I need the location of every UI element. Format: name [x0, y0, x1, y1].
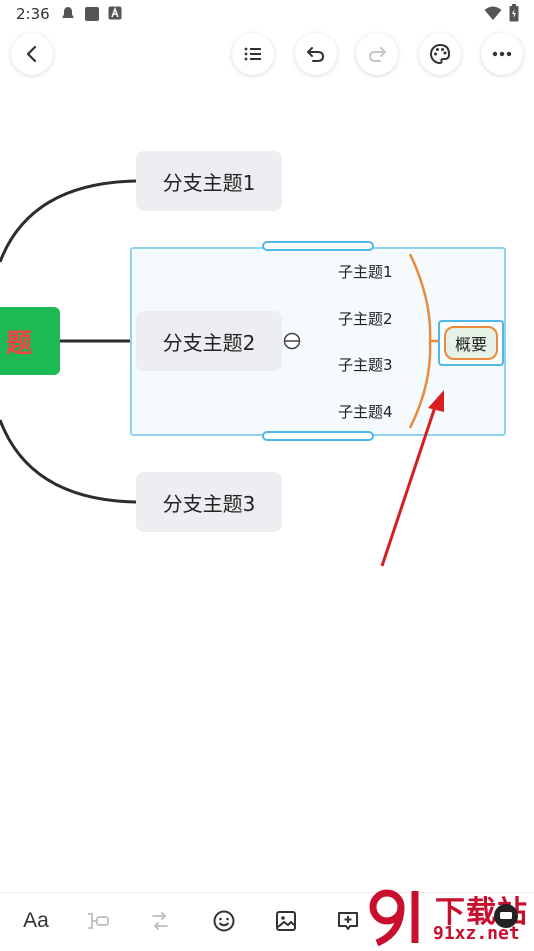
image-button[interactable] — [268, 903, 304, 939]
watermark-logo-icon — [369, 889, 419, 947]
text-style-button[interactable]: Aa — [18, 903, 54, 939]
emoji-icon — [213, 910, 235, 932]
image-icon — [276, 911, 296, 931]
comment-button[interactable] — [330, 903, 366, 939]
annotation-arrow — [380, 390, 444, 567]
relationship-button[interactable] — [142, 903, 178, 939]
subtopic-button[interactable] — [80, 903, 116, 939]
chat-bubble-icon — [494, 904, 518, 928]
comment-icon — [338, 912, 358, 930]
relationship-icon — [152, 912, 168, 930]
subtopic-icon — [88, 913, 109, 929]
watermark: 下载站 91xz.net — [365, 885, 534, 950]
emoji-button[interactable] — [206, 903, 242, 939]
